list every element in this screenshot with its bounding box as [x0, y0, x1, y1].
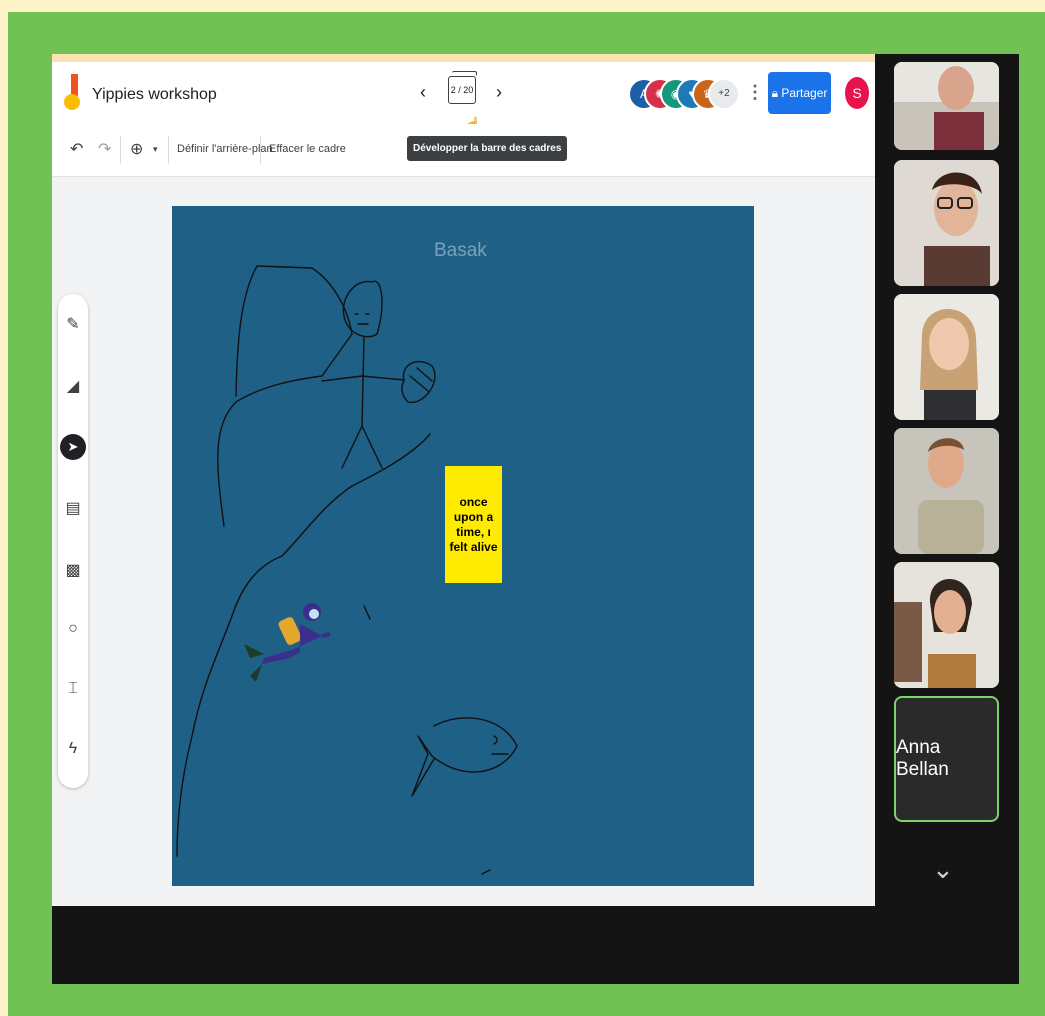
circle-shape-icon[interactable]: ○: [58, 620, 88, 638]
participant-video-tile[interactable]: [894, 160, 999, 286]
select-tool-icon[interactable]: ➤: [60, 434, 86, 460]
zoom-dropdown-chevron-icon[interactable]: ▾: [153, 144, 158, 155]
user-avatar[interactable]: S: [845, 77, 869, 109]
participant-video-tile[interactable]: [894, 294, 999, 420]
participant-video-tile[interactable]: [894, 428, 999, 554]
chevron-down-icon[interactable]: ⌄: [932, 854, 954, 885]
ball-drawing: [401, 361, 436, 404]
jamboard-logo-icon: [64, 74, 80, 110]
laser-icon[interactable]: ϟ: [58, 740, 88, 758]
share-button-label: Partager: [781, 86, 828, 100]
pen-icon[interactable]: ✎: [58, 314, 88, 334]
more-options-icon[interactable]: ⋮: [746, 82, 764, 103]
toolbar-divider: [168, 136, 169, 164]
rock-drawing: [217, 265, 353, 527]
participant-video-4: [894, 428, 999, 554]
drawing-tools-panel: ✎ ◢ ➤ ▤ ▩ ○ ⌶ ϟ: [58, 294, 88, 788]
set-background-button[interactable]: Définir l'arrière-plan: [177, 143, 273, 155]
participant-name: Anna Bellan: [896, 737, 949, 780]
stick-figure-drawing: [321, 280, 405, 469]
lock-icon: 🔒︎: [771, 86, 782, 100]
eraser-icon[interactable]: ◢: [58, 376, 88, 396]
wave-line-drawing: [176, 433, 431, 857]
meeting-participants-gallery: Anna Bellan ⌄: [890, 54, 1019, 984]
app-title[interactable]: Yippies workshop: [92, 86, 217, 104]
participant-video-tile[interactable]: [894, 62, 999, 150]
fish-drawing: [411, 717, 518, 797]
toolbar-divider: [120, 136, 121, 164]
image-icon[interactable]: ▩: [58, 560, 88, 580]
jamboard-app: Yippies workshop ‹ 2 / 20 › ☝ A ✺ ◉ ♥ ♛ …: [52, 62, 875, 906]
frames-bar-tooltip: Développer la barre des cadres: [407, 136, 568, 161]
redo-icon[interactable]: ↷: [98, 139, 111, 159]
avatar-overflow-count[interactable]: +2: [708, 78, 740, 110]
scuba-diver-image: [244, 603, 331, 682]
participant-video-3: [894, 294, 999, 420]
jam-canvas[interactable]: Basak once upon a time, ı felt alive: [172, 206, 754, 886]
text-box-icon[interactable]: ⌶: [58, 680, 88, 698]
sticky-note-icon[interactable]: ▤: [58, 498, 88, 518]
share-button[interactable]: 🔒︎ Partager: [768, 72, 831, 114]
participant-video-2: [894, 160, 999, 286]
participant-video-5: [894, 562, 999, 688]
participant-video-1: [894, 62, 999, 150]
sticky-note[interactable]: once upon a time, ı felt alive: [445, 466, 502, 583]
screen-capture: Yippies workshop ‹ 2 / 20 › ☝ A ✺ ◉ ♥ ♛ …: [52, 54, 1019, 984]
next-frame-icon[interactable]: ›: [496, 82, 502, 103]
frame-counter-button[interactable]: 2 / 20: [448, 71, 477, 104]
undo-icon[interactable]: ↶: [70, 139, 83, 159]
previous-frame-icon[interactable]: ‹: [420, 82, 426, 103]
app-header: Yippies workshop ‹ 2 / 20 › ☝ A ✺ ◉ ♥ ♛ …: [52, 62, 875, 132]
participant-video-tile[interactable]: [894, 562, 999, 688]
zoom-icon[interactable]: ⊕: [130, 139, 143, 159]
top-strip: [52, 54, 875, 62]
toolbar-divider: [260, 136, 261, 164]
clear-frame-button[interactable]: Effacer le cadre: [269, 143, 346, 155]
participant-name-tile[interactable]: Anna Bellan: [894, 696, 999, 822]
